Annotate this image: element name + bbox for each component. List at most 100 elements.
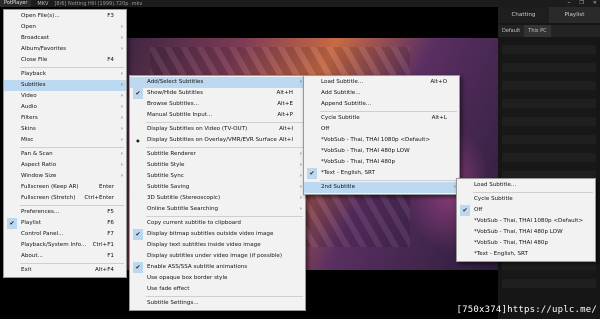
menu-item-fullscreen-stretch[interactable]: Fullscreen (Stretch) Ctrl+Enter: [4, 193, 126, 204]
menu-item-text-english-srt[interactable]: ✔ *Text - English, SRT: [304, 168, 459, 179]
menu-item-playlist[interactable]: ✔ Playlist F6: [4, 218, 126, 229]
menu-item-playback-system-info[interactable]: Playback/System Info... Ctrl+F1: [4, 240, 126, 251]
menu-item-preferences[interactable]: Preferences... F5: [4, 207, 126, 218]
menu-item-shortcut: Alt+L: [431, 115, 447, 121]
menu-item-about[interactable]: About... F1: [4, 251, 126, 262]
menu-item-label: Broadcast: [21, 35, 50, 41]
menu-item-label: Window Size: [21, 173, 57, 179]
menu-item-3d-subtitle-stereoscopic[interactable]: 3D Subtitle (Stereoscopic) ›: [130, 193, 305, 204]
menu-item-vobsub-thai-thai-1080p-default[interactable]: *VobSub - Thai, THAI 1080p <Default>: [457, 216, 595, 227]
menu-item-skins[interactable]: Skins ›: [4, 124, 126, 135]
menu-item-vobsub-thai-thai-480p[interactable]: *VobSub - Thai, THAI 480p: [457, 238, 595, 249]
menu-item-display-bitmap-subtitles-outside-video-i[interactable]: ✔ Display bitmap subtitles outside video …: [130, 229, 305, 240]
menu-item-open-file-s[interactable]: Open File(s)... F3: [4, 11, 126, 22]
menu-item-label: Browse Subtitles...: [147, 101, 199, 107]
menu-item-broadcast[interactable]: Broadcast ›: [4, 33, 126, 44]
menu-item-subtitle-saving[interactable]: Subtitle Saving ›: [130, 182, 305, 193]
menu-item-display-text-subtitles-inside-video-imag[interactable]: Display text subtitles inside video imag…: [130, 240, 305, 251]
menu-item-label: Video: [21, 93, 37, 99]
menu-item-vobsub-thai-thai-1080p-default[interactable]: *VobSub - Thai, THAI 1080p <Default>: [304, 135, 459, 146]
checkmark-icon: [307, 135, 317, 146]
menu-separator: [20, 263, 124, 264]
app-menu-button[interactable]: PotPlayer: [0, 0, 32, 7]
menu-item-manual-subtitle-input[interactable]: Manual Subtitle Input... Alt+P: [130, 110, 305, 121]
menu-item-show-hide-subtitles[interactable]: ✔ Show/Hide Subtitles Alt+H: [130, 88, 305, 99]
menu-item-label: Subtitles: [21, 82, 46, 88]
checkmark-icon: [133, 204, 143, 215]
menu-item-2nd-subtitle[interactable]: 2nd Subtitle ›: [304, 182, 459, 193]
menu-item-use-opaque-box-border-style[interactable]: Use opaque box border style: [130, 273, 305, 284]
menu-item-text-english-srt[interactable]: *Text - English, SRT: [457, 249, 595, 260]
menu-item-add-subtitle[interactable]: Add Subtitle...: [304, 88, 459, 99]
context-menu-subtitles: Add/Select Subtitles › ✔ Show/Hide Subtitle…: [129, 75, 306, 311]
menu-item-shortcut: Alt+I: [279, 126, 293, 132]
context-menu-add-select-subtitles: Load Subtitle... Alt+O Add Subtitle... Appe…: [303, 75, 460, 195]
menu-item-subtitle-renderer[interactable]: Subtitle Renderer ›: [130, 149, 305, 160]
menu-item-subtitles[interactable]: Subtitles ›: [4, 80, 126, 91]
menu-item-off[interactable]: Off: [304, 124, 459, 135]
menu-item-label: Load Subtitle...: [474, 182, 517, 188]
menu-item-control-panel[interactable]: Control Panel... F7: [4, 229, 126, 240]
menu-item-exit[interactable]: Exit Alt+F4: [4, 265, 126, 276]
menu-item-label: About...: [21, 253, 43, 259]
checkmark-icon: [7, 91, 17, 102]
menu-item-cycle-subtitle[interactable]: Cycle Subtitle: [457, 194, 595, 205]
checkmark-icon: [7, 11, 17, 22]
menu-item-filters[interactable]: Filters ›: [4, 113, 126, 124]
menu-item-use-fade-effect[interactable]: Use fade effect: [130, 284, 305, 295]
menu-item-load-subtitle[interactable]: Load Subtitle... Alt+O: [304, 77, 459, 88]
menu-item-aspect-ratio[interactable]: Aspect Ratio ›: [4, 160, 126, 171]
checkmark-icon: [460, 194, 470, 205]
format-label: MKV: [37, 0, 49, 7]
tab-playlist[interactable]: Playlist: [549, 7, 600, 23]
menu-item-enable-ass-ssa-subtitle-animations[interactable]: ✔ Enable ASS/SSA subtitle animations: [130, 262, 305, 273]
menu-item-label: *VobSub - Thai, THAI 480p LOW: [474, 229, 563, 235]
menu-item-audio[interactable]: Audio ›: [4, 102, 126, 113]
menu-item-label: *VobSub - Thai, THAI 480p: [474, 240, 548, 246]
menu-item-label: Subtitle Settings...: [147, 300, 199, 306]
menu-item-off[interactable]: ✔ Off: [457, 205, 595, 216]
checkmark-icon: [7, 207, 17, 218]
checkmark-icon: [460, 249, 470, 260]
menu-item-playback[interactable]: Playback ›: [4, 69, 126, 80]
maximize-icon[interactable]: ❐: [579, 0, 583, 7]
menu-item-online-subtitle-searching[interactable]: Online Subtitle Searching ›: [130, 204, 305, 215]
menu-item-fullscreen-keep-ar[interactable]: Fullscreen (Keep AR) Enter: [4, 182, 126, 193]
menu-item-load-subtitle[interactable]: Load Subtitle...: [457, 180, 595, 191]
menu-item-label: *VobSub - Thai, THAI 1080p <Default>: [474, 218, 584, 224]
submenu-arrow-icon: ›: [120, 115, 123, 121]
menu-item-display-subtitles-on-video-tv-out[interactable]: Display Subtitles on Video (TV-OUT) Alt+I: [130, 124, 305, 135]
menu-item-copy-current-subtitle-to-clipboard[interactable]: Copy current subtitle to clipboard: [130, 218, 305, 229]
tab-chatting[interactable]: Chatting: [498, 7, 549, 23]
menu-item-open[interactable]: Open ›: [4, 22, 126, 33]
menu-item-subtitle-sync[interactable]: Subtitle Sync ›: [130, 171, 305, 182]
playlist-default-tab[interactable]: Default: [498, 25, 524, 37]
menu-item-cycle-subtitle[interactable]: Cycle Subtitle Alt+L: [304, 113, 459, 124]
menu-item-video[interactable]: Video ›: [4, 91, 126, 102]
close-icon[interactable]: ✕: [593, 0, 597, 7]
menu-item-misc[interactable]: Misc ›: [4, 135, 126, 146]
menu-item-album-favorites[interactable]: Album/Favorites ›: [4, 44, 126, 55]
menu-item-add-select-subtitles[interactable]: Add/Select Subtitles ›: [130, 77, 305, 88]
menu-item-display-subtitles-on-overlay-vmr-evr-sur[interactable]: ● Display Subtitles on Overlay/VMR/EVR Su…: [130, 135, 305, 146]
menu-item-label: Cycle Subtitle: [321, 115, 360, 121]
minimize-icon[interactable]: ⎯: [568, 0, 571, 7]
menu-item-display-subtitles-under-video-image-if-p[interactable]: Display subtitles under video image (if …: [130, 251, 305, 262]
menu-item-shortcut: Alt+O: [430, 79, 447, 85]
menu-item-window-size[interactable]: Window Size ›: [4, 171, 126, 182]
context-menu-main: Open File(s)... F3 Open › Broadcast › Album/Fa…: [3, 9, 127, 278]
playlist-this-pc-tab[interactable]: This PC: [524, 25, 551, 37]
checkmark-icon: [133, 160, 143, 171]
menu-item-shortcut: Alt+F4: [94, 267, 114, 273]
menu-item-pan-scan[interactable]: Pan & Scan ›: [4, 149, 126, 160]
menu-item-vobsub-thai-thai-480p[interactable]: *VobSub - Thai, THAI 480p: [304, 157, 459, 168]
menu-item-subtitle-settings[interactable]: Subtitle Settings...: [130, 298, 305, 309]
menu-item-close-file[interactable]: Close File F4: [4, 55, 126, 66]
submenu-arrow-icon: ›: [120, 104, 123, 110]
menu-item-vobsub-thai-thai-480p-low[interactable]: *VobSub - Thai, THAI 480p LOW: [457, 227, 595, 238]
menu-item-vobsub-thai-thai-480p-low[interactable]: *VobSub - Thai, THAI 480p LOW: [304, 146, 459, 157]
menu-item-browse-subtitles[interactable]: Browse Subtitles... Alt+E: [130, 99, 305, 110]
context-menu-2nd-subtitle: Load Subtitle... Cycle Subtitle ✔ Off *VobSu…: [456, 178, 596, 262]
menu-item-append-subtitle[interactable]: Append Subtitle...: [304, 99, 459, 110]
menu-item-subtitle-style[interactable]: Subtitle Style ›: [130, 160, 305, 171]
